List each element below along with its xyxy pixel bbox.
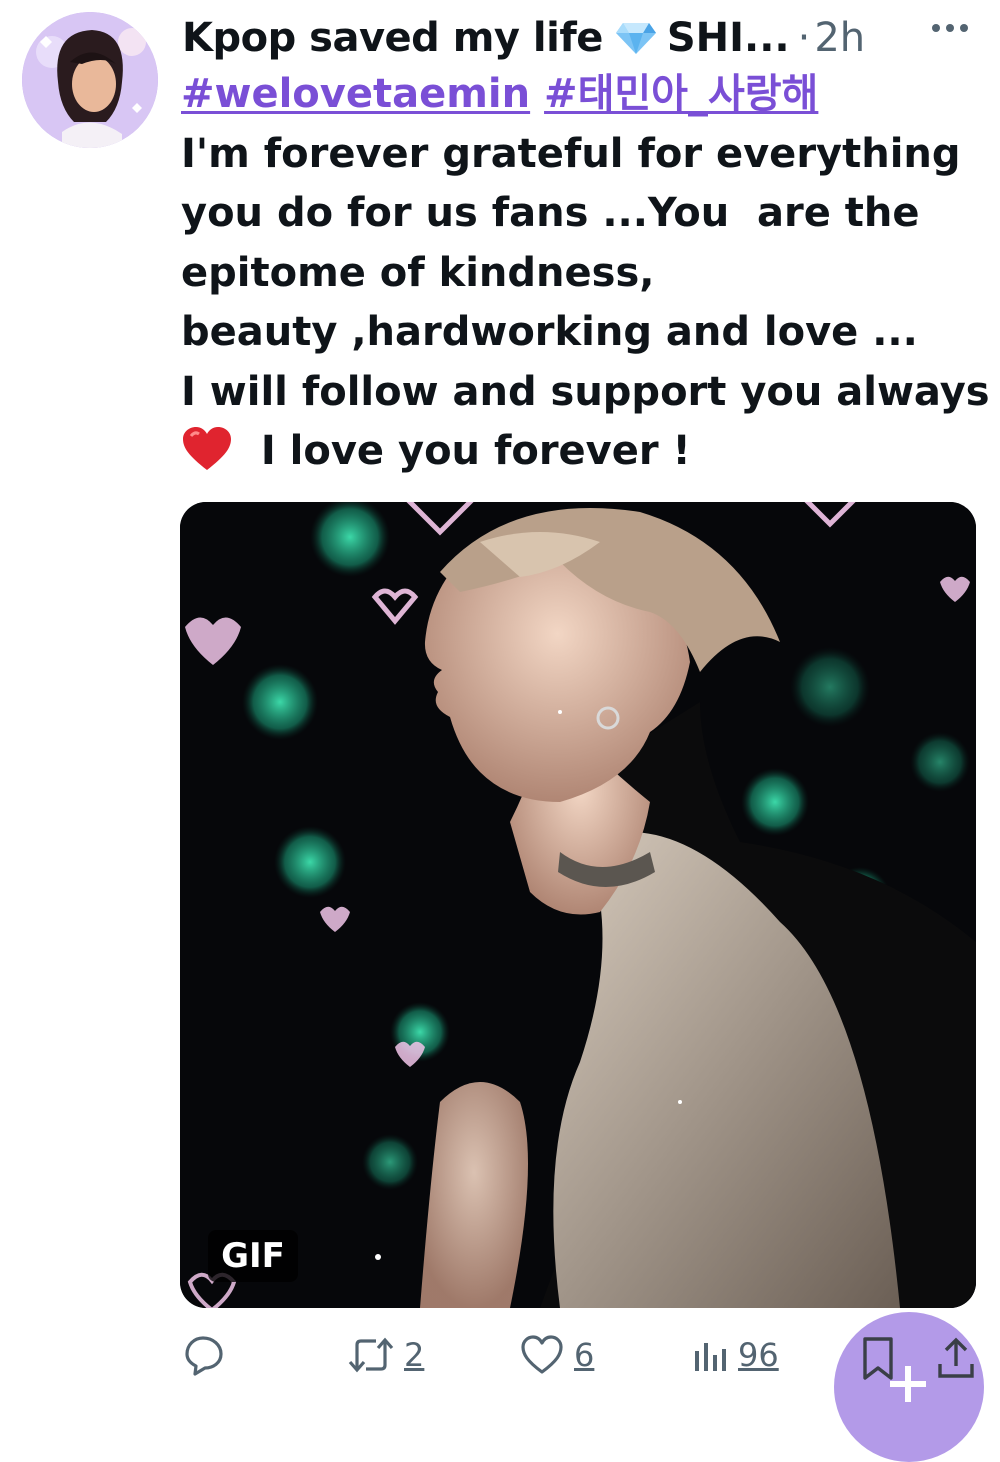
hashtag-link[interactable]: #welovetaemin — [181, 71, 530, 117]
retweet-count: 2 — [404, 1336, 425, 1374]
views-count: 96 — [738, 1336, 779, 1374]
more-options-icon[interactable] — [930, 20, 970, 36]
diamond-icon — [615, 23, 656, 54]
views-icon — [695, 1343, 726, 1371]
like-button[interactable]: 6 — [520, 1320, 594, 1390]
retweet-icon — [348, 1337, 394, 1373]
reply-icon — [185, 1336, 223, 1376]
bookmark-icon[interactable] — [860, 1336, 896, 1382]
heart-outline-icon — [521, 1335, 563, 1374]
red-heart-emoji — [183, 427, 231, 470]
avatar[interactable] — [22, 12, 158, 148]
gif-badge: GIF — [208, 1230, 298, 1282]
tweet-text-line: I will follow and support you always — [181, 368, 990, 415]
hashtag-link[interactable]: #태민아_사랑해 — [544, 71, 818, 117]
display-name[interactable]: Kpop saved my life — [182, 15, 603, 61]
timestamp[interactable]: 2h — [814, 15, 865, 61]
reply-button[interactable] — [183, 1320, 225, 1390]
tweet-text-line: you do for us fans ...You are the — [181, 190, 920, 236]
user-handle[interactable]: SHI... — [667, 15, 790, 61]
hashtag-line: #welovetaemin #태민아_사랑해 — [181, 65, 981, 125]
tweet-text-line: epitome of kindness, — [181, 249, 655, 296]
gif-media[interactable] — [180, 502, 976, 1308]
tweet-header: Kpop saved my life SHI... · 2h — [182, 10, 1000, 66]
closing-text: I love you forever ! — [260, 428, 691, 474]
tweet-body: #welovetaemin #태민아_사랑해 I'm forever grate… — [181, 65, 990, 482]
share-icon[interactable] — [936, 1336, 976, 1382]
separator: · — [797, 15, 811, 61]
views-button[interactable]: 96 — [692, 1320, 779, 1390]
like-count: 6 — [574, 1336, 595, 1374]
tweet-text-line-last: I love you forever ! — [181, 422, 981, 482]
retweet-button[interactable]: 2 — [348, 1320, 424, 1390]
tweet-text-line: I'm forever grateful for everything — [181, 130, 961, 177]
tweet-text-line: beauty ,hardworking and love ... — [181, 309, 918, 355]
